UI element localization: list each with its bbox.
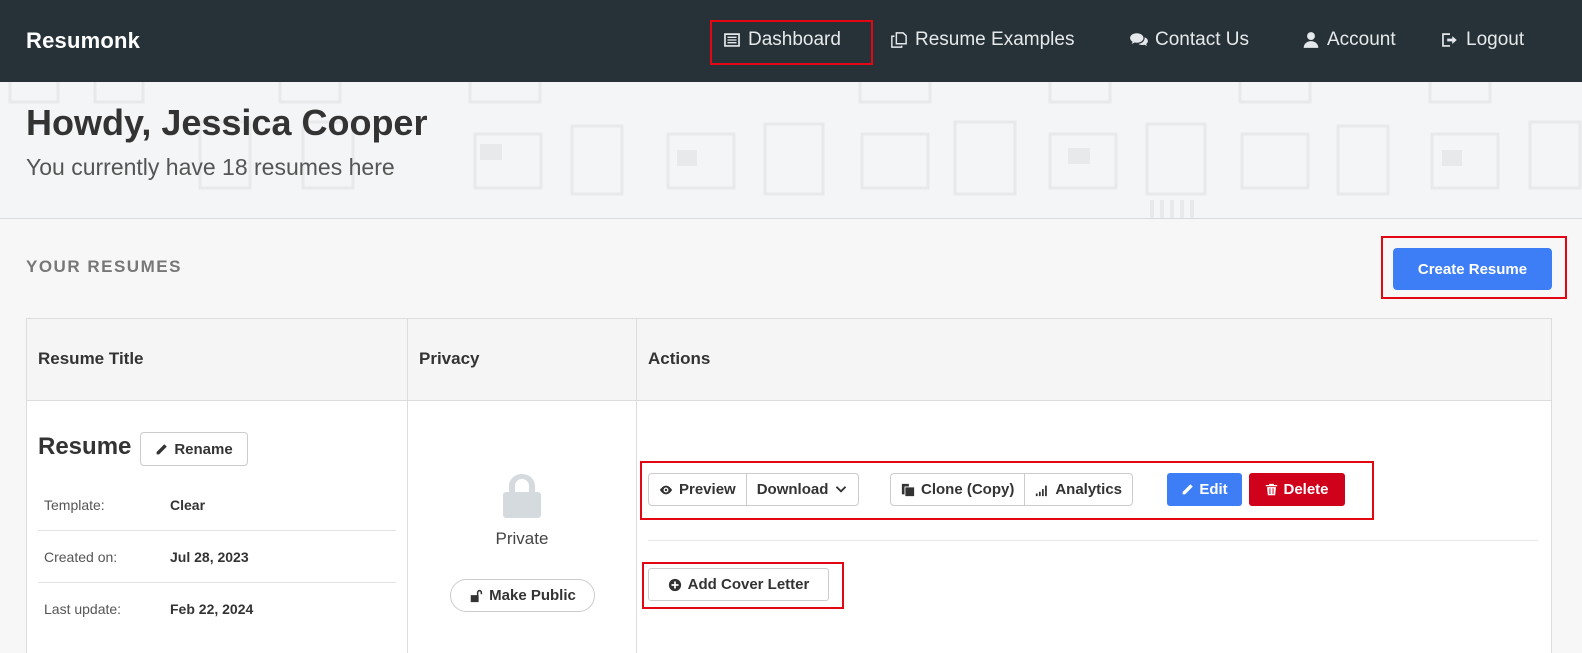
unlock-icon (470, 589, 483, 602)
preview-download-group: Preview Download (648, 473, 860, 506)
header-privacy: Privacy (419, 349, 480, 368)
analytics-label: Analytics (1055, 481, 1123, 498)
copy-icon (891, 32, 907, 48)
created-value: Jul 28, 2023 (170, 549, 249, 565)
nav-contact-us[interactable]: Contact Us (1130, 29, 1249, 51)
column-divider (636, 319, 637, 653)
list-alt-icon (724, 33, 740, 47)
header-actions: Actions (648, 349, 711, 368)
privacy-status: Private (495, 529, 549, 548)
nav-dashboard[interactable]: Dashboard (723, 29, 841, 51)
user-icon (1303, 32, 1319, 48)
column-divider (407, 319, 408, 653)
rename-label: Rename (174, 440, 233, 458)
created-label: Created on: (44, 549, 118, 565)
nav-account-label: Account (1327, 29, 1396, 50)
last-update-value: Feb 22, 2024 (170, 601, 254, 617)
pencil-icon (1182, 484, 1194, 495)
meta-last-update: Last update: Feb 22, 2024 (38, 583, 396, 635)
clone-icon (901, 483, 915, 496)
nav-resume-examples-label: Resume Examples (915, 29, 1075, 50)
nav-resume-examples[interactable]: Resume Examples (890, 29, 1074, 51)
nav-contact-us-label: Contact Us (1155, 29, 1249, 50)
create-resume-button[interactable]: Create Resume (1393, 248, 1552, 290)
comments-icon (1130, 33, 1148, 46)
plus-circle-icon (668, 578, 681, 591)
cover-letter-label: Add Cover Letter (687, 576, 810, 593)
clone-button[interactable]: Clone (Copy) (891, 474, 1024, 505)
clone-label: Clone (Copy) (921, 481, 1015, 498)
delete-button[interactable]: Delete (1249, 473, 1345, 506)
add-cover-letter-button[interactable]: Add Cover Letter (648, 568, 829, 601)
welcome-hero: Howdy, Jessica Cooper You currently have… (0, 82, 1582, 219)
nav-logout[interactable]: Logout (1441, 29, 1524, 51)
rename-button[interactable]: Rename (140, 432, 248, 466)
make-public-label: Make Public (489, 587, 576, 604)
eye-icon (659, 485, 673, 494)
lock-icon (503, 474, 541, 518)
template-value: Clear (170, 497, 206, 513)
meta-created: Created on: Jul 28, 2023 (38, 531, 396, 583)
template-label: Template: (44, 497, 105, 513)
edit-button[interactable]: Edit (1167, 473, 1242, 506)
nav-account[interactable]: Account (1302, 29, 1396, 51)
last-update-label: Last update: (44, 601, 122, 617)
preview-button[interactable]: Preview (649, 474, 746, 505)
table-header: Resume Title Privacy Actions (27, 319, 1551, 401)
preview-label: Preview (679, 481, 736, 498)
nav-logout-label: Logout (1466, 29, 1525, 50)
download-dropdown[interactable]: Download (745, 474, 859, 505)
chevron-down-icon (836, 485, 847, 493)
brand-logo[interactable]: Resumonk (26, 28, 140, 54)
header-resume-title: Resume Title (38, 349, 144, 368)
make-public-button[interactable]: Make Public (450, 579, 595, 612)
nav-dashboard-label: Dashboard (748, 29, 841, 50)
page-title: Howdy, Jessica Cooper (26, 102, 428, 143)
signal-icon (1036, 485, 1048, 496)
actions-divider (648, 540, 1538, 541)
top-navbar: Resumonk Dashboard Resume Examples Conta… (0, 0, 1582, 82)
trash-icon (1266, 483, 1278, 496)
edit-label: Edit (1199, 481, 1228, 498)
resume-count-text: You currently have 18 resumes here (26, 154, 395, 180)
clone-analytics-group: Clone (Copy) Analytics (890, 473, 1134, 506)
pencil-icon (156, 443, 168, 454)
delete-label: Delete (1283, 481, 1329, 498)
download-label: Download (756, 481, 829, 498)
sign-out-icon (1442, 33, 1457, 47)
section-title: YOUR RESUMES (26, 257, 182, 276)
meta-template: Template: Clear (38, 479, 396, 531)
analytics-button[interactable]: Analytics (1024, 474, 1132, 505)
resume-title: Resume (38, 433, 132, 460)
